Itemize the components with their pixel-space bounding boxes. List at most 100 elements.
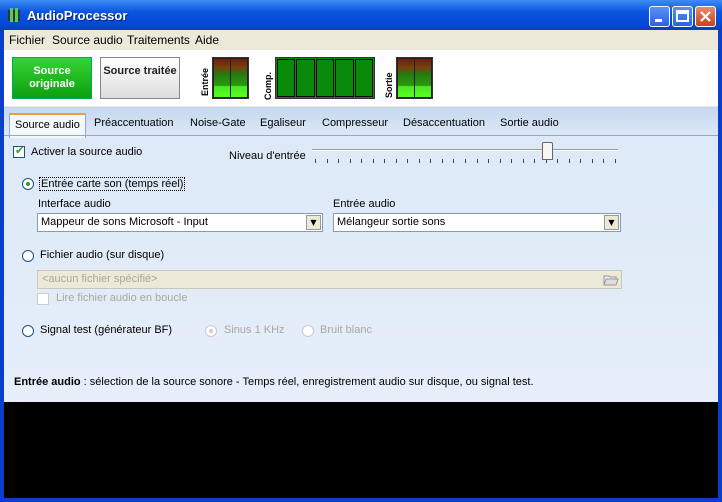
slider-tick — [580, 159, 582, 163]
close-button[interactable] — [695, 6, 716, 27]
tab-egaliseur[interactable]: Egaliseur — [260, 117, 306, 129]
signal-test-label: Signal test (générateur BF) — [40, 324, 173, 336]
app-icon — [8, 8, 20, 22]
sine-radio[interactable] — [205, 325, 217, 337]
tab-content-source-audio: ✔ Activer la source audio Niveau d'entré… — [4, 135, 718, 402]
title-bar[interactable]: AudioProcessor — [0, 0, 722, 30]
slider-tick — [557, 159, 559, 163]
slider-tick — [522, 159, 524, 163]
menu-source-audio[interactable]: Source audio — [52, 33, 123, 47]
file-radio[interactable] — [22, 250, 34, 262]
interface-audio-select[interactable]: Mappeur de sons Microsoft - Input ▼ — [37, 213, 323, 232]
slider-thumb[interactable] — [542, 142, 554, 160]
soundcard-label: Entrée carte son (temps réel) — [39, 177, 186, 191]
slider-tick — [315, 159, 316, 163]
minimize-button[interactable] — [649, 6, 670, 27]
slider-tick — [591, 159, 593, 163]
noise-radio[interactable] — [302, 325, 314, 337]
menu-aide[interactable]: Aide — [195, 33, 219, 47]
menu-bar: Fichier Source audio Traitements Aide — [4, 30, 718, 50]
help-description: : sélection de la source sonore - Temps … — [80, 376, 534, 388]
tab-noise-gate[interactable]: Noise-Gate — [190, 117, 246, 129]
output-meter-label: Sortie — [384, 72, 394, 98]
loop-checkbox[interactable] — [37, 293, 49, 305]
file-path-field[interactable]: <aucun fichier spécifié> — [37, 270, 622, 289]
slider-tick — [372, 159, 374, 163]
output-meter-right — [415, 59, 431, 97]
slider-tick — [384, 159, 386, 163]
slider-tick — [603, 159, 605, 163]
input-meter-left — [214, 59, 230, 97]
slider-tick — [511, 159, 513, 163]
slider-tick — [407, 159, 409, 163]
slider-tick — [499, 159, 501, 163]
maximize-button[interactable] — [672, 6, 693, 27]
input-level-meter — [212, 57, 249, 99]
input-level-slider[interactable] — [312, 142, 618, 166]
slider-tick — [418, 159, 420, 163]
slider-tick — [349, 159, 351, 163]
input-meter-right — [231, 59, 247, 97]
tab-preaccentuation[interactable]: Préaccentuation — [94, 117, 174, 129]
slider-tick — [615, 159, 616, 163]
input-meter-label: Entrée — [200, 67, 210, 96]
comp-meter-band — [354, 59, 374, 97]
comp-meter-band — [296, 59, 315, 97]
entree-audio-value: Mélangeur sortie sons — [337, 216, 446, 228]
enable-source-label: Activer la source audio — [31, 146, 143, 158]
slider-tick — [430, 159, 432, 163]
signal-test-radio[interactable] — [22, 325, 34, 337]
entree-audio-select[interactable]: Mélangeur sortie sons ▼ — [333, 213, 621, 232]
sine-label: Sinus 1 KHz — [224, 324, 285, 336]
tab-strip: Source audio Préaccentuation Noise-Gate … — [4, 113, 718, 138]
minimize-icon — [655, 19, 662, 22]
interface-audio-label: Interface audio — [38, 198, 111, 210]
file-label: Fichier audio (sur disque) — [40, 249, 165, 261]
slider-tick — [534, 159, 536, 163]
menu-fichier[interactable]: Fichier — [9, 33, 45, 47]
loop-label: Lire fichier audio en boucle — [56, 292, 188, 304]
tab-compresseur[interactable]: Compresseur — [322, 117, 388, 129]
enable-source-checkbox[interactable]: ✔ — [13, 144, 25, 158]
slider-tick — [465, 159, 466, 163]
client-area: Fichier Source audio Traitements Aide So… — [4, 30, 718, 498]
comp-meter-band — [277, 59, 296, 97]
comp-meter-band — [335, 59, 354, 97]
chevron-down-icon[interactable]: ▼ — [604, 215, 619, 230]
file-path-value: <aucun fichier spécifié> — [42, 273, 158, 285]
source-processed-button[interactable]: Source traitée — [100, 57, 180, 99]
slider-tick — [395, 159, 397, 163]
compressor-meter — [275, 57, 375, 99]
slider-tick — [488, 159, 490, 163]
window-title: AudioProcessor — [27, 8, 128, 23]
tab-sortie-audio[interactable]: Sortie audio — [500, 117, 559, 129]
soundcard-radio[interactable] — [22, 178, 34, 190]
slider-track — [312, 149, 618, 151]
toolbar: Source originale Source traitée Entrée C… — [4, 50, 718, 106]
menu-traitements[interactable]: Traitements — [127, 33, 190, 47]
radio-dot — [26, 182, 30, 186]
folder-open-icon[interactable] — [603, 272, 619, 287]
help-text: Entrée audio : sélection de la source so… — [14, 376, 534, 388]
maximize-icon — [676, 10, 689, 22]
entree-audio-label: Entrée audio — [333, 198, 396, 210]
interface-audio-value: Mappeur de sons Microsoft - Input — [41, 216, 208, 228]
slider-tick — [361, 159, 363, 163]
slider-tick — [338, 159, 340, 163]
close-icon — [700, 11, 711, 22]
help-title: Entrée audio — [14, 376, 81, 388]
output-meter-left — [398, 59, 414, 97]
slider-tick — [453, 159, 455, 163]
radio-dot — [209, 329, 213, 333]
chevron-down-icon[interactable]: ▼ — [306, 215, 321, 230]
slider-tick — [568, 159, 570, 163]
application-window: AudioProcessor Fichier Source audio Trai… — [0, 0, 722, 502]
source-original-button[interactable]: Source originale — [12, 57, 92, 99]
slider-tick — [441, 159, 443, 163]
output-level-meter — [396, 57, 433, 99]
checkmark-icon: ✔ — [15, 144, 25, 157]
output-console — [4, 402, 718, 498]
tab-desaccentuation[interactable]: Désaccentuation — [403, 117, 485, 129]
settings-panel: Source audio Préaccentuation Noise-Gate … — [4, 107, 718, 402]
slider-tick — [476, 159, 478, 163]
